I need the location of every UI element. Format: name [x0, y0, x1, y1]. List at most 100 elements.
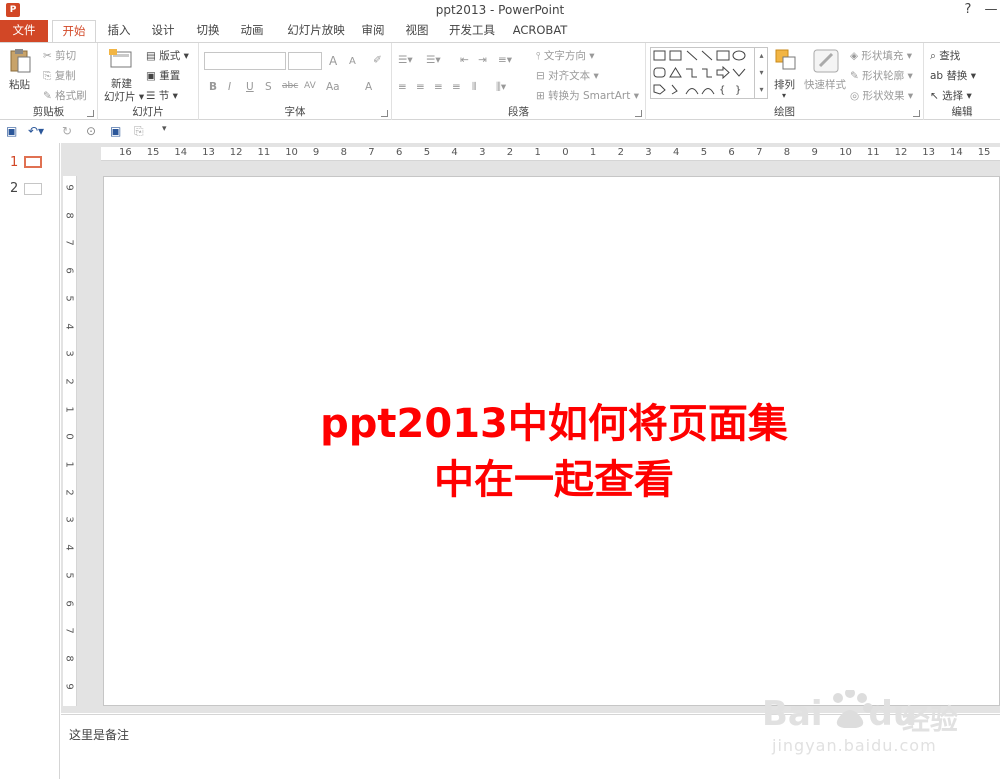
section-button[interactable]: ☰ 节 ▾ — [146, 88, 178, 103]
tab-developer[interactable]: 开发工具 — [444, 20, 500, 42]
ruler-tick-label: 7 — [63, 627, 75, 634]
replace-button[interactable]: ab 替换 ▾ — [930, 68, 976, 83]
clipboard-launcher-icon[interactable] — [87, 110, 94, 117]
ruler-tick-label: 6 — [396, 147, 403, 158]
text-direction-icon: ⫯ — [536, 50, 544, 62]
smartart-button[interactable]: ⊞ 转换为 SmartArt ▾ — [536, 88, 639, 103]
tab-view[interactable]: 视图 — [398, 20, 436, 42]
select-button[interactable]: ↖ 选择 ▾ — [930, 88, 972, 103]
ruler-tick-label: 9 — [63, 184, 75, 191]
font-size-select[interactable] — [288, 52, 322, 70]
window-title: ppt2013 - PowerPoint — [435, 3, 565, 17]
font-color-button[interactable]: A — [365, 81, 372, 93]
new-slide-label2: 幻灯片 — [104, 91, 136, 103]
increase-indent-icon[interactable]: ⇥ — [478, 54, 487, 66]
tab-home[interactable]: 开始 — [52, 20, 96, 43]
start-slideshow-icon[interactable]: ⊙ — [86, 124, 96, 138]
horizontal-ruler[interactable]: 16 15 14 13 12 11 10 9 8 7 6 5 4 3 2 1 0 1 2 3 4 5 6 7 8 9 10 11 12 1… — [101, 147, 1000, 161]
quick-styles-icon[interactable] — [812, 48, 840, 74]
align-text-button[interactable]: ⊟ 对齐文本 ▾ — [536, 68, 599, 83]
new-slide-dropdown[interactable]: 幻灯片 ▾ — [104, 89, 144, 104]
ruler-tick-label: 10 — [285, 147, 298, 158]
line-spacing-icon[interactable]: ≡▾ — [498, 54, 512, 66]
tab-acrobat[interactable]: ACROBAT — [508, 20, 572, 42]
bold-button[interactable]: B — [209, 81, 217, 93]
shapes-gallery[interactable]: {} — [650, 47, 768, 99]
tab-design[interactable]: 设计 — [144, 20, 182, 42]
bullets-icon[interactable]: ☰▾ — [398, 54, 413, 66]
slides-group-label: 幻灯片 — [132, 106, 164, 118]
strikethrough-button[interactable]: abc — [282, 81, 298, 91]
save-icon[interactable]: ▣ — [6, 124, 17, 138]
drawing-launcher-icon[interactable] — [913, 110, 920, 117]
ruler-tick-label: 13 — [922, 147, 936, 158]
ruler-tick-label: 11 — [257, 147, 271, 158]
paste-icon[interactable] — [9, 48, 31, 74]
shapes-gallery-scroll[interactable]: ▴ ▾ ▾ — [754, 47, 768, 99]
align-right-icon[interactable]: ≡ — [434, 81, 443, 93]
text-direction-button[interactable]: ⫯ 文字方向 ▾ — [536, 48, 595, 63]
redo-icon[interactable]: ↻ — [62, 124, 72, 138]
layout-button[interactable]: ▤ 版式 ▾ — [146, 48, 189, 63]
tab-slideshow[interactable]: 幻灯片放映 — [280, 20, 352, 42]
slide-thumbnail[interactable] — [24, 183, 42, 195]
shadow-button[interactable]: S — [265, 81, 272, 93]
tab-insert[interactable]: 插入 — [100, 20, 138, 42]
save-as-icon[interactable]: ▣ — [110, 124, 121, 138]
vertical-ruler[interactable]: 9 8 7 6 5 4 3 2 1 0 1 2 3 4 5 6 7 8 9 — [63, 176, 77, 706]
tab-review[interactable]: 审阅 — [354, 20, 392, 42]
distributed-icon[interactable]: ⫴ — [472, 81, 476, 94]
arrange-button[interactable]: 排列 — [774, 77, 795, 92]
ruler-tick-label: 14 — [950, 147, 963, 158]
cut-button[interactable]: ✂ 剪切 — [43, 48, 76, 63]
new-slide-icon[interactable] — [108, 48, 134, 70]
editing-group: ⌕ 查找 ab 替换 ▾ ↖ 选择 ▾ 编辑 — [924, 43, 1000, 120]
cut-label: 剪切 — [55, 50, 77, 62]
columns-icon[interactable]: ⫼▾ — [496, 81, 506, 94]
decrease-indent-icon[interactable]: ⇤ — [460, 54, 469, 66]
paragraph-launcher-icon[interactable] — [635, 110, 642, 117]
baidu-jingyan-watermark: Bai du 经验 jingyan.baidu.com — [760, 688, 1000, 770]
grow-font-icon[interactable]: A — [329, 54, 337, 68]
reset-button[interactable]: ▣ 重置 — [146, 68, 180, 83]
ruler-tick-label: 8 — [63, 212, 75, 219]
shape-outline-button[interactable]: ✎ 形状轮廓 ▾ — [850, 68, 913, 83]
font-launcher-icon[interactable] — [381, 110, 388, 117]
copy-slide-icon[interactable]: ⎘ — [134, 124, 144, 139]
italic-button[interactable]: I — [228, 81, 231, 93]
change-case-button[interactable]: Aa — [326, 81, 340, 93]
numbering-icon[interactable]: ☰▾ — [426, 54, 441, 66]
underline-button[interactable]: U — [246, 81, 254, 93]
slide-title-textbox[interactable]: ppt2013中如何将页面集 中在一起查看 — [254, 396, 854, 508]
undo-icon[interactable]: ↶▾ — [28, 124, 44, 138]
tab-file[interactable]: 文件 — [0, 20, 48, 42]
shape-effects-button[interactable]: ◎ 形状效果 ▾ — [850, 88, 913, 103]
minimize-button[interactable]: — — [983, 2, 999, 17]
clear-format-icon[interactable]: ✐ — [373, 54, 382, 66]
copy-label: 复制 — [54, 70, 76, 82]
align-text-icon: ⊟ — [536, 70, 549, 82]
arrange-dropdown-icon[interactable]: ▾ — [782, 91, 786, 100]
tab-animations[interactable]: 动画 — [233, 20, 271, 42]
tab-transitions[interactable]: 切换 — [189, 20, 227, 42]
arrange-icon[interactable] — [774, 48, 798, 72]
align-left-icon[interactable]: ≡ — [398, 81, 407, 93]
shape-fill-button[interactable]: ◈ 形状填充 ▾ — [850, 48, 912, 63]
char-spacing-button[interactable]: AV — [304, 81, 316, 91]
align-text-label: 对齐文本 — [548, 70, 591, 82]
justify-icon[interactable]: ≡ — [452, 81, 461, 93]
quick-styles-button[interactable]: 快速样式 — [804, 77, 846, 92]
slide-canvas[interactable]: ppt2013中如何将页面集 中在一起查看 — [103, 176, 1000, 706]
help-button[interactable]: ? — [960, 2, 976, 17]
shrink-font-icon[interactable]: A — [349, 56, 356, 67]
format-painter-button[interactable]: ✎ 格式刷 — [43, 88, 87, 103]
font-name-select[interactable] — [204, 52, 286, 70]
effects-icon: ◎ — [850, 90, 863, 102]
find-button[interactable]: ⌕ 查找 — [930, 48, 960, 63]
customize-qat-icon[interactable]: ▾ — [162, 124, 167, 134]
shape-outline-label: 形状轮廓 — [862, 70, 905, 82]
paste-button[interactable]: 粘贴 — [9, 77, 30, 92]
copy-button[interactable]: ⎘ 复制 — [43, 68, 76, 83]
align-center-icon[interactable]: ≡ — [416, 81, 425, 93]
slide-thumbnail[interactable] — [24, 156, 42, 168]
